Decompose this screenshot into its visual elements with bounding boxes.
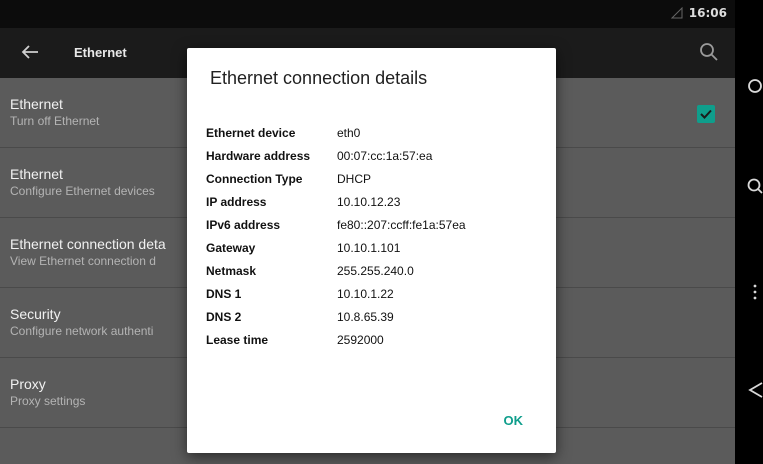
details-table: Ethernet device eth0 Hardware address 00:0… — [206, 121, 466, 351]
detail-label: IP address — [206, 194, 267, 209]
arrow-back-icon[interactable] — [18, 40, 42, 64]
android-screen: 16:06 Ethernet Ethernet Turn off Etherne… — [0, 0, 735, 464]
toolbar-title: Ethernet — [74, 45, 127, 60]
detail-row: DNS 2 10.8.65.39 — [206, 305, 466, 328]
detail-row: Gateway 10.10.1.101 — [206, 236, 466, 259]
detail-value: 10.10.12.23 — [337, 194, 401, 209]
status-bar: 16:06 — [0, 0, 735, 28]
detail-row: DNS 1 10.10.1.22 — [206, 282, 466, 305]
detail-value: DHCP — [337, 171, 372, 186]
detail-label: DNS 2 — [206, 309, 242, 324]
detail-label: Netmask — [206, 263, 257, 278]
detail-value: eth0 — [337, 125, 361, 140]
detail-row: Connection Type DHCP — [206, 167, 466, 190]
more-vert-icon[interactable] — [735, 278, 763, 306]
home-circle-icon[interactable] — [735, 72, 763, 100]
status-right: 16:06 — [670, 6, 727, 20]
detail-value: 10.10.1.101 — [337, 240, 401, 255]
back-triangle-icon[interactable] — [735, 376, 763, 404]
detail-label: Gateway — [206, 240, 256, 255]
navigation-bar — [735, 0, 763, 464]
detail-value: fe80::207:ccff:fe1a:57ea — [337, 217, 466, 232]
detail-row: Ethernet device eth0 — [206, 121, 466, 144]
detail-row: Hardware address 00:07:cc:1a:57:ea — [206, 144, 466, 167]
signal-triangle-icon — [670, 7, 683, 19]
detail-label: Hardware address — [206, 148, 311, 163]
check-icon — [700, 109, 712, 119]
detail-label: Ethernet device — [206, 125, 296, 140]
detail-value: 10.8.65.39 — [337, 309, 394, 324]
detail-value: 10.10.1.22 — [337, 286, 394, 301]
ethernet-checkbox[interactable] — [697, 105, 715, 123]
detail-row: IP address 10.10.12.23 — [206, 190, 466, 213]
detail-label: IPv6 address — [206, 217, 281, 232]
search-icon[interactable] — [697, 40, 721, 64]
dialog-title: Ethernet connection details — [210, 68, 428, 88]
search-circle-icon[interactable] — [735, 172, 763, 200]
detail-row: IPv6 address fe80::207:ccff:fe1a:57ea — [206, 213, 466, 236]
detail-value: 00:07:cc:1a:57:ea — [337, 148, 433, 163]
ok-button[interactable]: OK — [504, 413, 524, 428]
detail-label: DNS 1 — [206, 286, 242, 301]
status-time: 16:06 — [688, 6, 727, 20]
detail-value: 255.255.240.0 — [337, 263, 414, 278]
detail-value: 2592000 — [337, 332, 384, 347]
detail-label: Connection Type — [206, 171, 303, 186]
detail-row: Lease time 2592000 — [206, 328, 466, 351]
detail-row: Netmask 255.255.240.0 — [206, 259, 466, 282]
connection-details-dialog: Ethernet connection details Ethernet dev… — [187, 48, 556, 453]
detail-label: Lease time — [206, 332, 269, 347]
